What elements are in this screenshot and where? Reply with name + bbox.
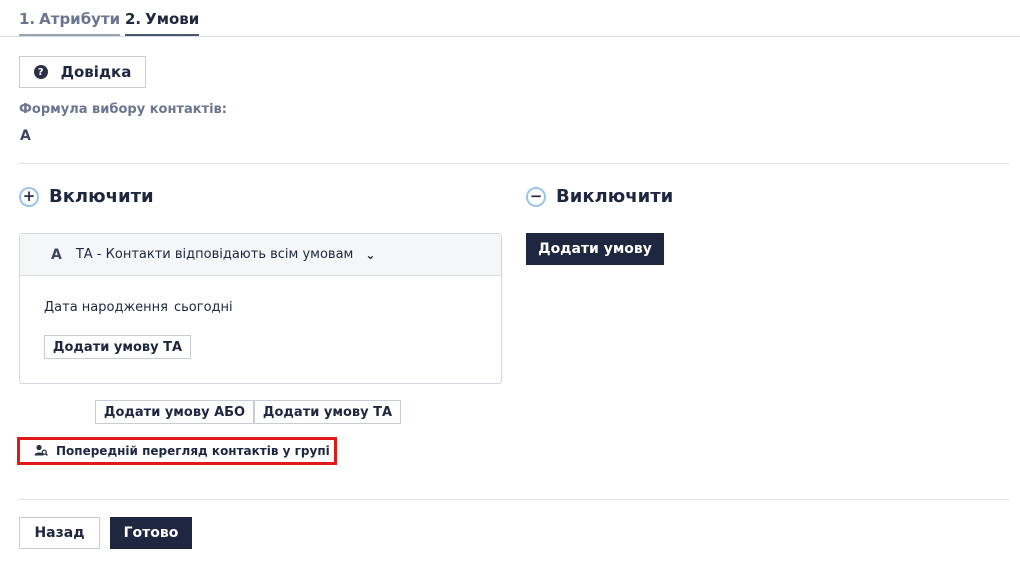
include-title-label: Включити bbox=[49, 186, 154, 207]
condition-value: сьогодні bbox=[173, 300, 233, 315]
tab-attributes-number: 1. bbox=[19, 10, 36, 28]
minus-circle-icon[interactable]: − bbox=[526, 186, 546, 207]
help-button-label: Довідка bbox=[60, 63, 132, 81]
done-button[interactable]: Готово bbox=[110, 517, 192, 549]
condition-group-card: A ТА - Контакти відповідають всім умовам… bbox=[19, 233, 502, 384]
condition-group-header[interactable]: A ТА - Контакти відповідають всім умовам… bbox=[20, 234, 501, 276]
chevron-down-icon[interactable]: ⌄ bbox=[365, 248, 375, 262]
tab-attributes[interactable]: 1. Атрибути bbox=[19, 10, 121, 36]
formula-value: A bbox=[20, 128, 31, 144]
question-icon: ? bbox=[33, 65, 48, 79]
group-letter: A bbox=[51, 246, 62, 263]
plus-circle-icon[interactable]: + bbox=[19, 186, 39, 207]
user-search-icon bbox=[34, 444, 48, 459]
group-add-and-button[interactable]: Додати умову ТА bbox=[44, 335, 191, 359]
exclude-section-title: − Виключити bbox=[526, 186, 673, 207]
formula-label: Формула вибору контактів: bbox=[19, 102, 227, 117]
exclude-title-label: Виключити bbox=[556, 186, 674, 207]
condition-field: Дата народження bbox=[44, 300, 168, 315]
divider-bottom bbox=[19, 499, 1009, 500]
tab-attributes-label: Атрибути bbox=[39, 10, 121, 28]
preview-contacts-label: Попередній перегляд контактів у групі bbox=[56, 444, 330, 458]
include-section-title: + Включити bbox=[19, 186, 154, 207]
add-or-condition-button[interactable]: Додати умову АБО bbox=[95, 400, 254, 424]
wizard-tabs: 1. Атрибути 2. Умови bbox=[0, 0, 1020, 37]
condition-row[interactable]: Дата народження сьогодні bbox=[44, 300, 233, 315]
divider-top bbox=[19, 163, 1009, 164]
back-button[interactable]: Назад bbox=[19, 517, 100, 549]
help-button[interactable]: ? Довідка bbox=[19, 56, 146, 88]
preview-contacts-button[interactable]: Попередній перегляд контактів у групі bbox=[17, 437, 337, 465]
tab-conditions[interactable]: 2. Умови bbox=[125, 10, 200, 36]
group-type-label: ТА - Контакти відповідають всім умовам bbox=[75, 247, 354, 262]
add-and-condition-button[interactable]: Додати умову ТА bbox=[254, 400, 401, 424]
tab-conditions-number: 2. bbox=[125, 10, 142, 28]
tab-conditions-label: Умови bbox=[145, 10, 200, 28]
exclude-add-condition-button[interactable]: Додати умову bbox=[526, 233, 664, 265]
